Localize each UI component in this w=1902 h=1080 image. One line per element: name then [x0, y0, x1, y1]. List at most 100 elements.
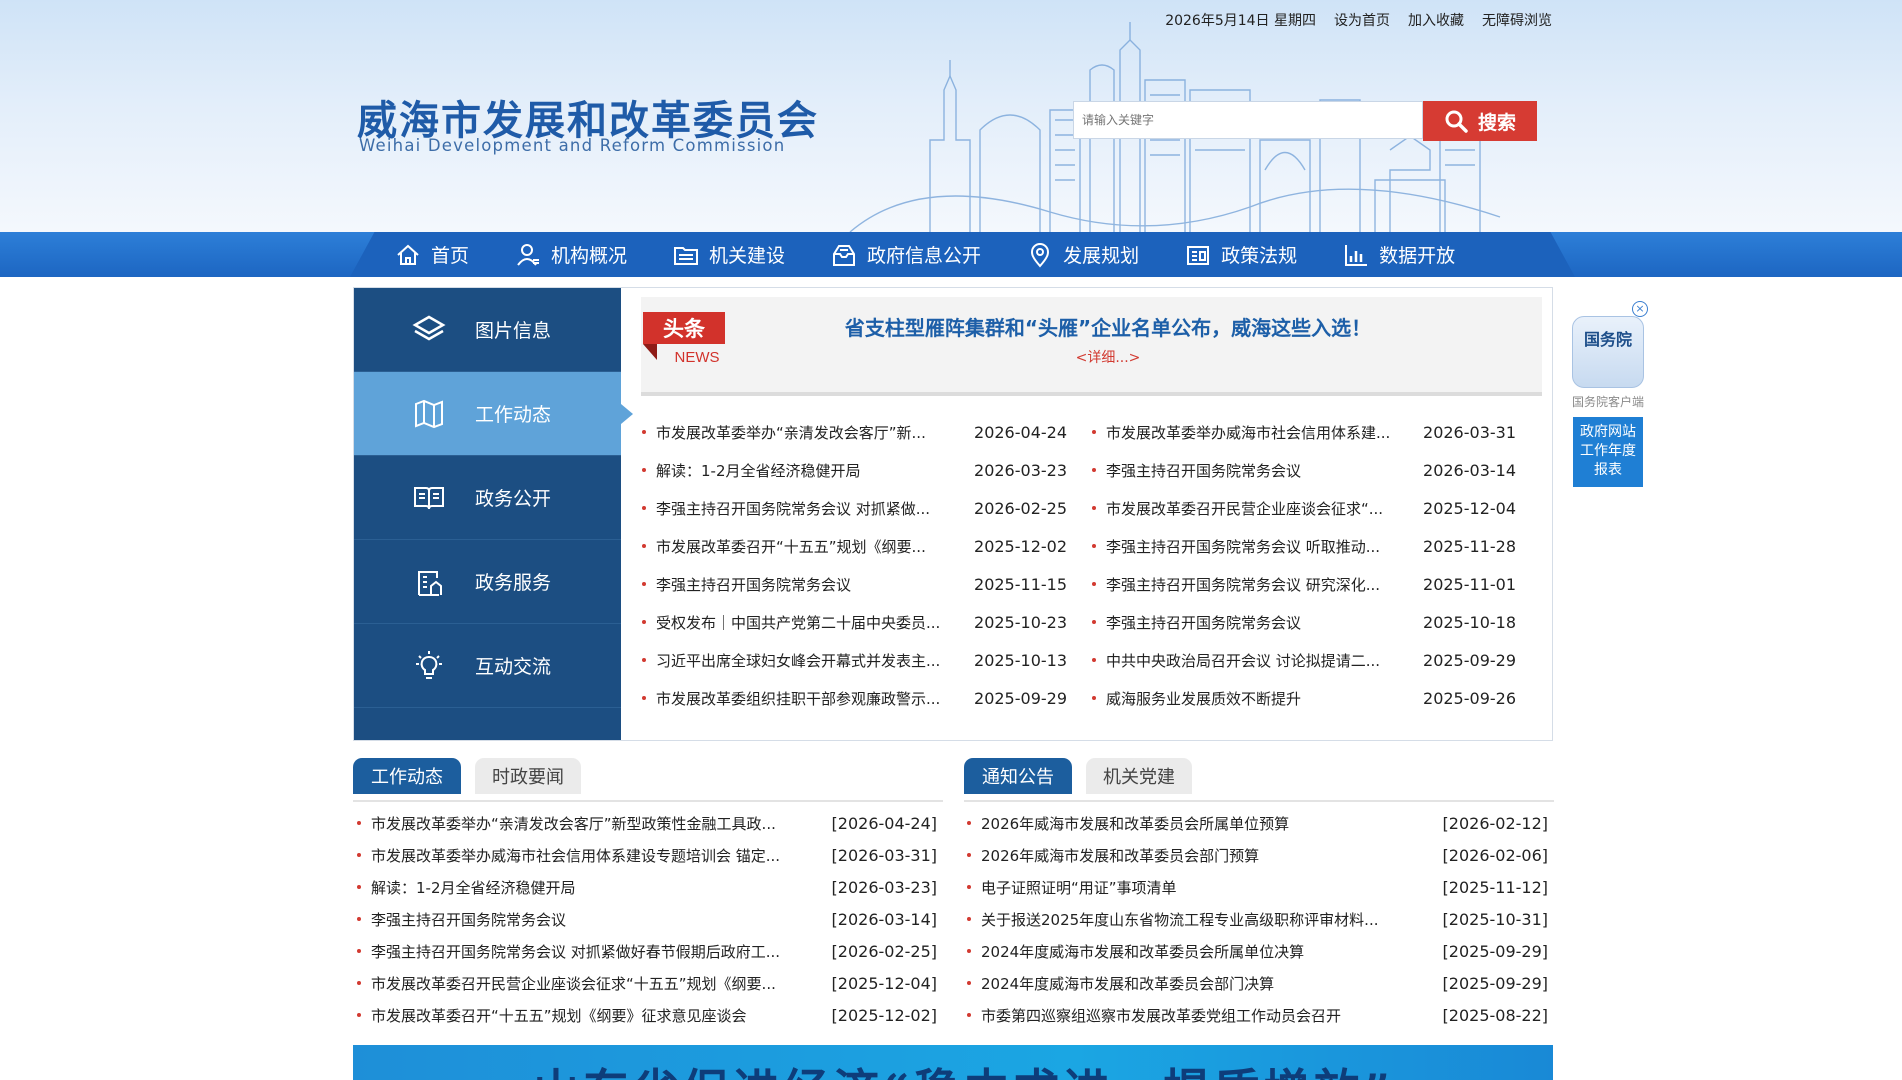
nav-item-label: 发展规划	[1063, 245, 1140, 267]
list-item[interactable]: 市发展改革委举办“亲清发改会客厅”新... 2026-04-24	[642, 413, 1067, 451]
list-item[interactable]: 李强主持召开国务院常务会议 对抓紧做... 2026-02-25	[642, 489, 1067, 527]
bar-chart-icon	[1345, 244, 1368, 266]
tab-notices[interactable]: 通知公告	[964, 758, 1072, 794]
bullet-dot	[357, 917, 361, 921]
headline-more-link[interactable]: <详细...>	[690, 347, 1526, 367]
list-item-date: [2026-03-23]	[831, 877, 937, 897]
nav-item-open-data[interactable]: 数据开放	[1343, 241, 1455, 268]
bullet-dot	[1092, 658, 1096, 662]
site-subtitle: Weihai Development and Reform Commission	[359, 136, 786, 155]
add-favorite-link[interactable]: 加入收藏	[1408, 10, 1464, 30]
bullet-dot	[357, 853, 361, 857]
search-box	[1073, 101, 1438, 139]
location-pin-icon	[1031, 242, 1050, 268]
bullet-dot	[967, 981, 971, 985]
bullet-dot	[357, 821, 361, 825]
nav-item-organization[interactable]: 机构概况	[515, 241, 627, 268]
list-item-title: 电子证照证明“用证”事项清单	[981, 878, 1177, 897]
main-nav-bar: 首页 机构概况 机关建设 政府信息公开 发展规划 政策法规 数据开放	[0, 232, 1902, 277]
bullet-dot	[967, 885, 971, 889]
tab-underline-left	[353, 800, 943, 802]
nav-item-label: 首页	[431, 245, 470, 267]
bullet-dot	[1092, 468, 1096, 472]
sidebar-item-label: 工作动态	[475, 404, 552, 426]
list-item[interactable]: 中共中央政治局召开会议 讨论拟提请二... 2025-09-29	[1092, 641, 1516, 679]
sidebar: 图片信息 工作动态 政务公开 政务服务 互动交流	[354, 288, 633, 740]
close-icon[interactable]: ×	[1632, 301, 1648, 317]
nav-item-home[interactable]: 首页	[395, 241, 469, 268]
list-item[interactable]: 市发展改革委召开民营企业座谈会征求“... 2025-12-04	[1092, 489, 1516, 527]
list-item-title: 关于报送2025年度山东省物流工程专业高级职称评审材料...	[981, 910, 1379, 929]
list-item-title: 受权发布｜中国共产党第二十届中央委员...	[656, 613, 941, 632]
list-item[interactable]: 市委第四巡察组巡察市发展改革委党组工作动员会召开 [2025-08-22]	[967, 996, 1548, 1034]
sidebar-item-interaction[interactable]: 互动交流	[354, 624, 621, 708]
list-item[interactable]: 李强主持召开国务院常务会议 2025-11-15	[642, 565, 1067, 603]
bullet-dot	[642, 696, 646, 700]
headline-divider	[641, 392, 1542, 396]
bullet-dot	[642, 430, 646, 434]
list-item-title: 中共中央政治局召开会议 讨论拟提请二...	[1106, 651, 1381, 670]
search-input[interactable]	[1074, 102, 1438, 138]
nav-item-info-disclosure[interactable]: 政府信息公开	[831, 241, 981, 268]
list-item[interactable]: 市发展改革委组织挂职干部参观廉政警示... 2025-09-29	[642, 679, 1067, 717]
nav-item-label: 政策法规	[1221, 245, 1298, 267]
nav-item-development-planning[interactable]: 发展规划	[1027, 241, 1139, 268]
promo-banner[interactable]: 山东省促进经济“稳中求进、提质增效”	[353, 1045, 1553, 1080]
sidebar-item-work-updates[interactable]: 工作动态	[354, 372, 633, 456]
accessibility-link[interactable]: 无障碍浏览	[1482, 10, 1552, 30]
list-item-title: 解读：1-2月全省经济稳健开局	[371, 878, 576, 897]
tab-current-affairs[interactable]: 时政要闻	[475, 758, 581, 794]
list-item[interactable]: 解读：1-2月全省经济稳健开局 2026-03-23	[642, 451, 1067, 489]
folder-icon	[674, 246, 699, 265]
bullet-dot	[1092, 582, 1096, 586]
list-item-title: 李强主持召开国务院常务会议	[1106, 613, 1302, 632]
search-button[interactable]: 搜索	[1423, 101, 1537, 141]
bullet-dot	[642, 658, 646, 662]
list-item-title: 李强主持召开国务院常务会议 研究深化...	[1106, 575, 1381, 594]
list-item[interactable]: 市发展改革委召开“十五五”规划《纲要... 2025-12-02	[642, 527, 1067, 565]
sidebar-item-label: 政务服务	[475, 572, 552, 594]
list-item-date: 2026-03-14	[1423, 460, 1516, 480]
bullet-dot	[357, 885, 361, 889]
headline-title[interactable]: 省支柱型雁阵集群和“头雁”企业名单公布，威海这些入选！	[690, 312, 1526, 341]
bullet-dot	[642, 544, 646, 548]
list-item[interactable]: 市发展改革委举办威海市社会信用体系建... 2026-03-31	[1092, 413, 1516, 451]
tab-party-building[interactable]: 机关党建	[1086, 758, 1192, 794]
list-item-title: 市发展改革委组织挂职干部参观廉政警示...	[656, 689, 941, 708]
annual-report-button[interactable]: 政府网站 工作年度 报表	[1573, 417, 1643, 487]
list-item[interactable]: 受权发布｜中国共产党第二十届中央委员... 2025-10-23	[642, 603, 1067, 641]
bullet-dot	[967, 917, 971, 921]
home-icon	[397, 244, 419, 265]
sidebar-item-government-affairs[interactable]: 政务公开	[354, 456, 621, 540]
tab-work-updates[interactable]: 工作动态	[353, 758, 461, 794]
bullet-dot	[967, 1013, 971, 1017]
list-item-date: [2025-08-22]	[1442, 1005, 1548, 1025]
bullet-dot	[357, 949, 361, 953]
list-item[interactable]: 市发展改革委召开“十五五”规划《纲要》征求意见座谈会 [2025-12-02]	[357, 996, 937, 1034]
list-item[interactable]: 威海服务业发展质效不断提升 2025-09-26	[1092, 679, 1516, 717]
sidebar-item-photo-info[interactable]: 图片信息	[354, 288, 621, 372]
list-item-date: [2025-12-04]	[831, 973, 937, 993]
list-item[interactable]: 李强主持召开国务院常务会议 研究深化... 2025-11-01	[1092, 565, 1516, 603]
nav-item-agency-building[interactable]: 机关建设	[673, 241, 785, 268]
list-item-date: 2026-03-23	[974, 460, 1067, 480]
search-button-label: 搜索	[1477, 111, 1516, 134]
list-item[interactable]: 李强主持召开国务院常务会议 2026-03-14	[1092, 451, 1516, 489]
set-homepage-link[interactable]: 设为首页	[1334, 10, 1390, 30]
list-item-title: 李强主持召开国务院常务会议 对抓紧做...	[656, 499, 931, 518]
list-item-title: 市发展改革委举办“亲清发改会客厅”新型政策性金融工具政...	[371, 814, 776, 833]
tab-underline-right	[964, 800, 1554, 802]
annual-report-line: 报表	[1594, 462, 1622, 478]
list-item[interactable]: 习近平出席全球妇女峰会开幕式并发表主... 2025-10-13	[642, 641, 1067, 679]
list-item[interactable]: 李强主持召开国务院常务会议 2025-10-18	[1092, 603, 1516, 641]
list-item-title: 市发展改革委召开民营企业座谈会征求“十五五”规划《纲要...	[371, 974, 776, 993]
annual-report-line: 工作年度	[1580, 443, 1636, 459]
list-item-date: 2025-12-04	[1423, 498, 1516, 518]
sidebar-item-government-services[interactable]: 政务服务	[354, 540, 621, 624]
lightbulb-icon	[416, 650, 442, 679]
nav-item-policies[interactable]: 政策法规	[1185, 241, 1297, 268]
list-item[interactable]: 李强主持召开国务院常务会议 听取推动... 2025-11-28	[1092, 527, 1516, 565]
bullet-dot	[1092, 620, 1096, 624]
list-item-date: 2025-12-02	[974, 536, 1067, 556]
promo-banner-text: 山东省促进经济“稳中求进、提质增效”	[533, 1055, 1394, 1080]
